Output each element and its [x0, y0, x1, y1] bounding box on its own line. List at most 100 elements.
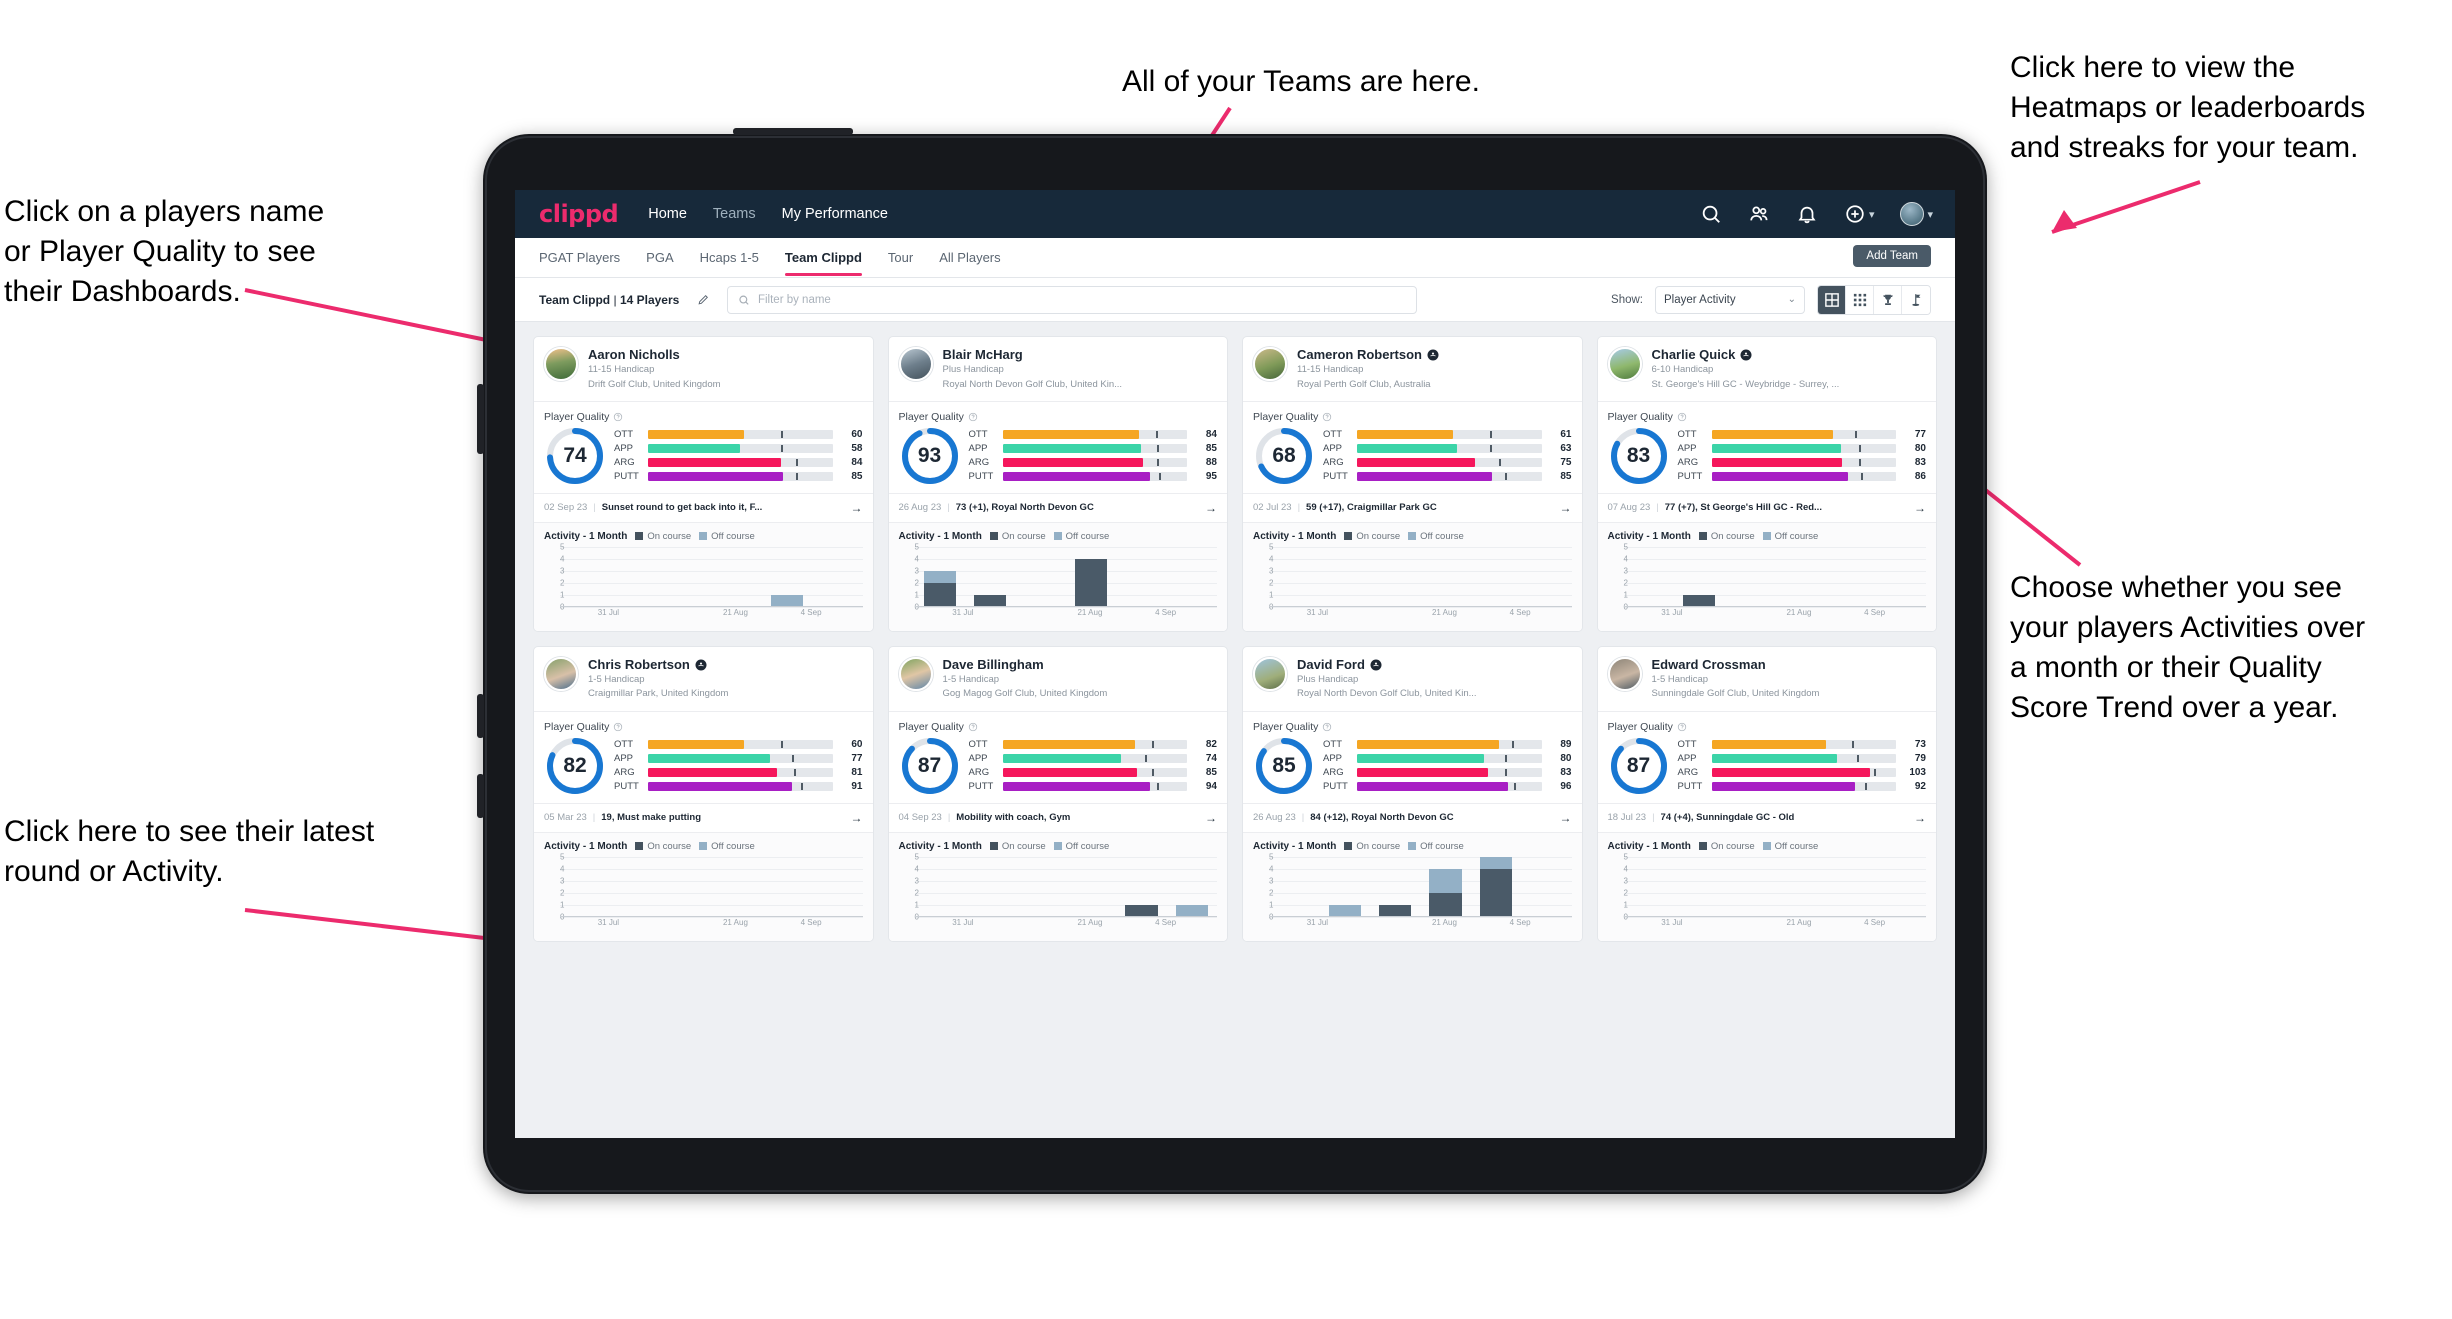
search-field-wrapper[interactable] [727, 285, 1418, 314]
player-card[interactable]: Chris Robertson 1-5 Handicap Craigmillar… [533, 645, 874, 942]
player-card-header[interactable]: David Ford Plus Handicap Royal North Dev… [1243, 647, 1582, 711]
add-menu[interactable]: ▾ [1844, 203, 1875, 225]
player-card[interactable]: Cameron Robertson 11-15 Handicap Royal P… [1242, 336, 1583, 632]
player-name[interactable]: Aaron Nicholls [588, 347, 680, 363]
player-name-row[interactable]: Dave Billingham [943, 657, 1108, 673]
chevron-down-icon[interactable]: ▾ [1927, 208, 1933, 221]
player-name-row[interactable]: Blair McHarg [943, 347, 1123, 363]
help-circle-icon[interactable] [613, 722, 623, 732]
clippd-logo[interactable]: clippd [539, 200, 619, 228]
player-card-header[interactable]: Blair McHarg Plus Handicap Royal North D… [889, 337, 1228, 401]
player-card-header[interactable]: Edward Crossman 1-5 Handicap Sunningdale… [1598, 647, 1937, 711]
tab-pga[interactable]: PGA [646, 238, 673, 278]
help-circle-icon[interactable] [968, 412, 978, 422]
tab-tour[interactable]: Tour [888, 238, 913, 278]
latest-round-row[interactable]: 02 Sep 23 | Sunset round to get back int… [534, 492, 873, 523]
player-name-row[interactable]: Charlie Quick [1652, 347, 1840, 363]
player-avatar[interactable] [544, 347, 578, 381]
latest-round-row[interactable]: 26 Aug 23 | 73 (+1), Royal North Devon G… [888, 492, 1227, 523]
arrow-right-icon[interactable]: → [851, 501, 863, 515]
player-avatar[interactable] [1607, 656, 1642, 691]
player-card-header[interactable]: Dave Billingham 1-5 Handicap Gog Magog G… [889, 647, 1228, 711]
player-quality-ring[interactable]: 83 [1608, 425, 1670, 487]
view-dense-grid-button[interactable] [1846, 285, 1874, 314]
player-avatar[interactable] [1253, 656, 1287, 691]
player-quality-block[interactable]: Player Quality 87 OTT 73 APP 79 ARG 103 … [1598, 712, 1937, 803]
player-avatar[interactable] [898, 656, 933, 691]
player-name[interactable]: Chris Robertson [588, 657, 690, 673]
help-circle-icon[interactable] [1677, 412, 1687, 422]
player-quality-block[interactable]: Player Quality 82 OTT 60 APP 77 ARG 81 P… [534, 712, 873, 803]
arrow-right-icon[interactable]: → [1914, 811, 1926, 825]
show-select[interactable]: Player Activity ⌄ [1655, 285, 1805, 314]
player-card[interactable]: Dave Billingham 1-5 Handicap Gog Magog G… [887, 645, 1228, 942]
player-quality-ring[interactable]: 87 [899, 735, 961, 797]
latest-round-row[interactable]: 04 Sep 23 | Mobility with coach, Gym → [888, 802, 1227, 833]
view-leaderboard-button[interactable] [1874, 285, 1902, 314]
player-quality-ring[interactable]: 68 [1253, 425, 1315, 487]
player-quality-block[interactable]: Player Quality 74 OTT 60 APP 58 ARG 84 P… [534, 402, 873, 493]
latest-round-row[interactable]: 18 Jul 23 | 74 (+4), Sunningdale GC - Ol… [1597, 802, 1936, 833]
player-quality-block[interactable]: Player Quality 68 OTT 61 APP 63 ARG 75 P… [1243, 402, 1582, 493]
arrow-right-icon[interactable]: → [1205, 811, 1217, 825]
player-name-row[interactable]: Chris Robertson [588, 657, 728, 673]
player-avatar[interactable] [1607, 347, 1642, 381]
player-card-header[interactable]: Aaron Nicholls 11-15 Handicap Drift Golf… [534, 337, 873, 401]
arrow-right-icon[interactable]: → [851, 811, 863, 825]
player-name[interactable]: Charlie Quick [1652, 347, 1736, 363]
search-input[interactable] [757, 293, 1407, 306]
player-card[interactable]: Aaron Nicholls 11-15 Handicap Drift Golf… [533, 336, 874, 632]
bell-icon[interactable] [1796, 203, 1818, 225]
help-circle-icon[interactable] [1677, 722, 1687, 732]
player-card[interactable]: Charlie Quick 6-10 Handicap St. George's… [1596, 336, 1937, 632]
nav-item-teams[interactable]: Teams [713, 206, 756, 222]
player-card[interactable]: David Ford Plus Handicap Royal North Dev… [1242, 645, 1583, 942]
player-card-header[interactable]: Chris Robertson 1-5 Handicap Craigmillar… [534, 647, 873, 711]
search-icon[interactable] [1700, 203, 1722, 225]
nav-item-home[interactable]: Home [648, 206, 687, 222]
player-name[interactable]: Edward Crossman [1652, 657, 1766, 673]
player-card-header[interactable]: Cameron Robertson 11-15 Handicap Royal P… [1243, 337, 1582, 401]
arrow-right-icon[interactable]: → [1914, 501, 1926, 515]
account-menu[interactable]: ▾ [1900, 202, 1933, 226]
latest-round-row[interactable]: 05 Mar 23 | 19, Must make putting → [534, 802, 873, 833]
help-circle-icon[interactable] [1322, 412, 1332, 422]
player-name[interactable]: Blair McHarg [943, 347, 1023, 363]
player-name[interactable]: David Ford [1297, 657, 1365, 673]
avatar[interactable] [1900, 202, 1925, 226]
player-avatar[interactable] [544, 656, 578, 691]
edit-team-button[interactable] [691, 288, 715, 312]
player-quality-block[interactable]: Player Quality 93 OTT 84 APP 85 ARG 88 P… [889, 402, 1228, 493]
view-course-flag-button[interactable] [1902, 285, 1930, 314]
plus-circle-icon[interactable] [1844, 203, 1866, 225]
tab-team-clippd[interactable]: Team Clippd [784, 238, 862, 278]
arrow-right-icon[interactable]: → [1560, 501, 1572, 515]
player-quality-ring[interactable]: 74 [544, 425, 606, 487]
player-quality-ring[interactable]: 85 [1253, 735, 1315, 797]
player-name[interactable]: Cameron Robertson [1297, 347, 1422, 363]
latest-round-row[interactable]: 07 Aug 23 | 77 (+7), St George's Hill GC… [1597, 492, 1936, 523]
player-quality-block[interactable]: Player Quality 83 OTT 77 APP 80 ARG 83 P… [1598, 402, 1937, 493]
chevron-down-icon[interactable]: ▾ [1869, 208, 1875, 221]
player-card[interactable]: Blair McHarg Plus Handicap Royal North D… [887, 336, 1228, 632]
player-name-row[interactable]: David Ford [1297, 657, 1477, 673]
player-name-row[interactable]: Edward Crossman [1652, 657, 1820, 673]
arrow-right-icon[interactable]: → [1205, 501, 1217, 515]
player-name[interactable]: Dave Billingham [943, 657, 1044, 673]
latest-round-row[interactable]: 26 Aug 23 | 84 (+12), Royal North Devon … [1243, 802, 1582, 833]
help-circle-icon[interactable] [613, 412, 623, 422]
player-quality-block[interactable]: Player Quality 87 OTT 82 APP 74 ARG 85 P… [889, 712, 1228, 803]
help-circle-icon[interactable] [968, 722, 978, 732]
player-avatar[interactable] [1253, 347, 1287, 381]
latest-round-row[interactable]: 02 Jul 23 | 59 (+17), Craigmillar Park G… [1243, 492, 1582, 523]
view-grid-button[interactable] [1818, 285, 1846, 314]
player-name-row[interactable]: Aaron Nicholls [588, 347, 721, 363]
help-circle-icon[interactable] [1322, 722, 1332, 732]
arrow-right-icon[interactable]: → [1560, 811, 1572, 825]
player-card-header[interactable]: Charlie Quick 6-10 Handicap St. George's… [1598, 337, 1937, 401]
player-quality-block[interactable]: Player Quality 85 OTT 89 APP 80 ARG 83 P… [1243, 712, 1582, 803]
player-name-row[interactable]: Cameron Robertson [1297, 347, 1439, 363]
player-quality-ring[interactable]: 93 [899, 425, 961, 487]
tab-pgat-players[interactable]: PGAT Players [539, 238, 620, 278]
tab-hcaps-1-5[interactable]: Hcaps 1-5 [700, 238, 759, 278]
